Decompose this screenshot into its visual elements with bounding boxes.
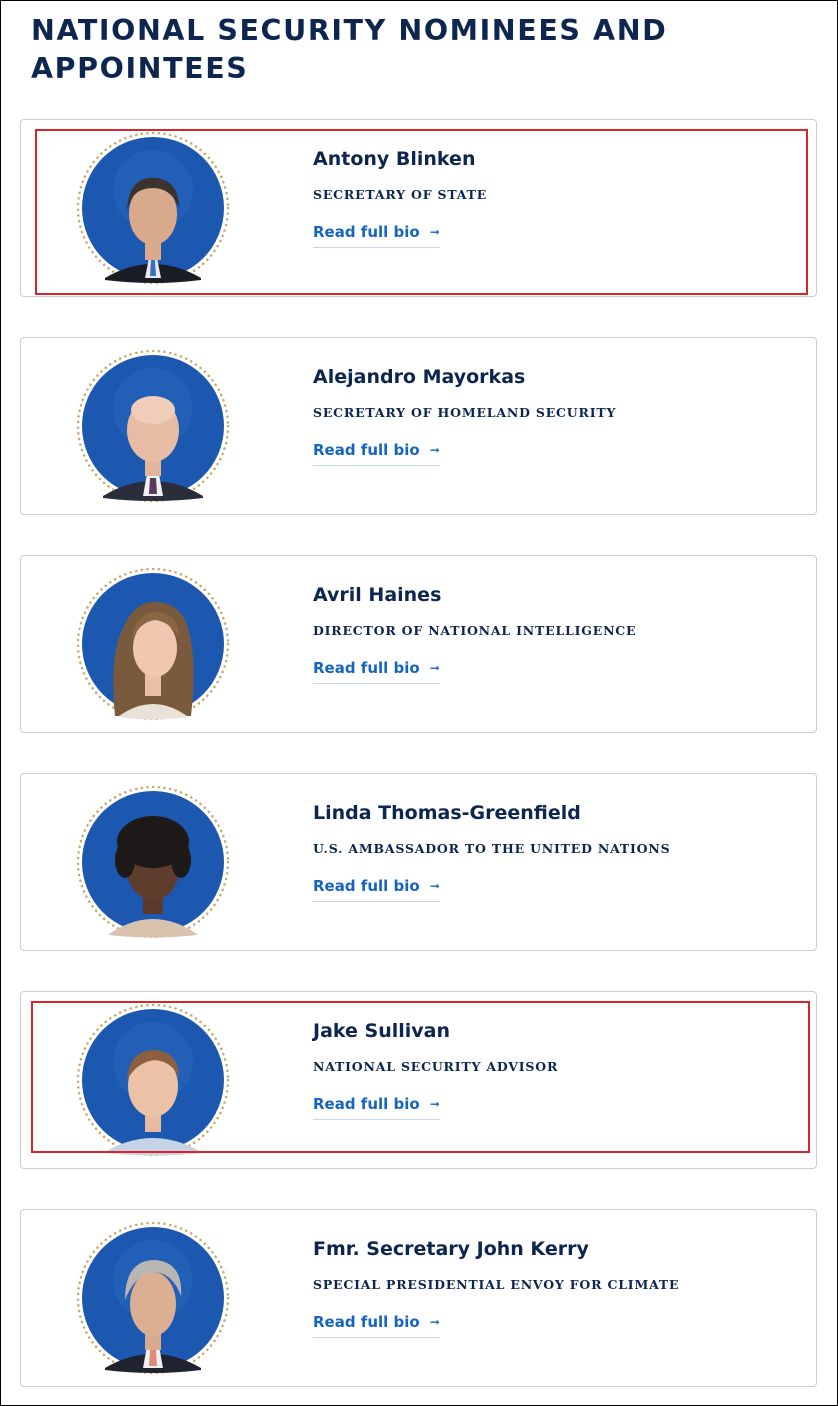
person-title: NATIONAL SECURITY ADVISOR bbox=[313, 1059, 559, 1074]
person-name: Avril Haines bbox=[313, 584, 442, 606]
person-card: Linda Thomas-Greenfield U.S. AMBASSADOR … bbox=[20, 773, 817, 951]
person-card: Alejandro Mayorkas SECRETARY OF HOMELAND… bbox=[20, 337, 817, 515]
link-label: Read full bio bbox=[313, 1313, 420, 1331]
link-label: Read full bio bbox=[313, 1095, 420, 1113]
person-card: Fmr. Secretary John Kerry SPECIAL PRESID… bbox=[20, 1209, 817, 1387]
arrow-right-icon: ➞ bbox=[429, 443, 440, 457]
link-label: Read full bio bbox=[313, 223, 420, 241]
person-name: Jake Sullivan bbox=[313, 1020, 450, 1042]
arrow-right-icon: ➞ bbox=[429, 1097, 440, 1111]
person-card: Antony Blinken SECRETARY OF STATE Read f… bbox=[20, 119, 817, 297]
read-full-bio-link[interactable]: Read full bio ➞ bbox=[313, 222, 440, 248]
read-full-bio-link[interactable]: Read full bio ➞ bbox=[313, 440, 440, 466]
arrow-right-icon: ➞ bbox=[429, 661, 440, 675]
portrait-photo[interactable] bbox=[75, 566, 231, 722]
read-full-bio-link[interactable]: Read full bio ➞ bbox=[313, 876, 440, 902]
arrow-right-icon: ➞ bbox=[429, 879, 440, 893]
arrow-right-icon: ➞ bbox=[429, 1315, 440, 1329]
person-title: SPECIAL PRESIDENTIAL ENVOY FOR CLIMATE bbox=[313, 1277, 680, 1292]
person-title: DIRECTOR OF NATIONAL INTELLIGENCE bbox=[313, 623, 637, 638]
person-card: Jake Sullivan NATIONAL SECURITY ADVISOR … bbox=[20, 991, 817, 1169]
person-name: Alejandro Mayorkas bbox=[313, 366, 526, 388]
person-card: Avril Haines DIRECTOR OF NATIONAL INTELL… bbox=[20, 555, 817, 733]
portrait-photo[interactable] bbox=[75, 1220, 231, 1376]
person-title: SECRETARY OF STATE bbox=[313, 187, 488, 202]
read-full-bio-link[interactable]: Read full bio ➞ bbox=[313, 658, 440, 684]
page-title: NATIONAL SECURITY NOMINEES AND APPOINTEE… bbox=[31, 14, 668, 85]
person-title: U.S. AMBASSADOR TO THE UNITED NATIONS bbox=[313, 841, 671, 856]
person-name: Linda Thomas-Greenfield bbox=[313, 802, 581, 824]
portrait-photo[interactable] bbox=[75, 1002, 231, 1158]
person-name: Antony Blinken bbox=[313, 148, 476, 170]
read-full-bio-link[interactable]: Read full bio ➞ bbox=[313, 1094, 440, 1120]
portrait-photo[interactable] bbox=[75, 348, 231, 504]
person-title: SECRETARY OF HOMELAND SECURITY bbox=[313, 405, 617, 420]
link-label: Read full bio bbox=[313, 877, 420, 895]
portrait-photo[interactable] bbox=[75, 130, 231, 286]
arrow-right-icon: ➞ bbox=[429, 225, 440, 239]
link-label: Read full bio bbox=[313, 441, 420, 459]
portrait-photo[interactable] bbox=[75, 784, 231, 940]
read-full-bio-link[interactable]: Read full bio ➞ bbox=[313, 1312, 440, 1338]
link-label: Read full bio bbox=[313, 659, 420, 677]
person-name: Fmr. Secretary John Kerry bbox=[313, 1238, 589, 1260]
